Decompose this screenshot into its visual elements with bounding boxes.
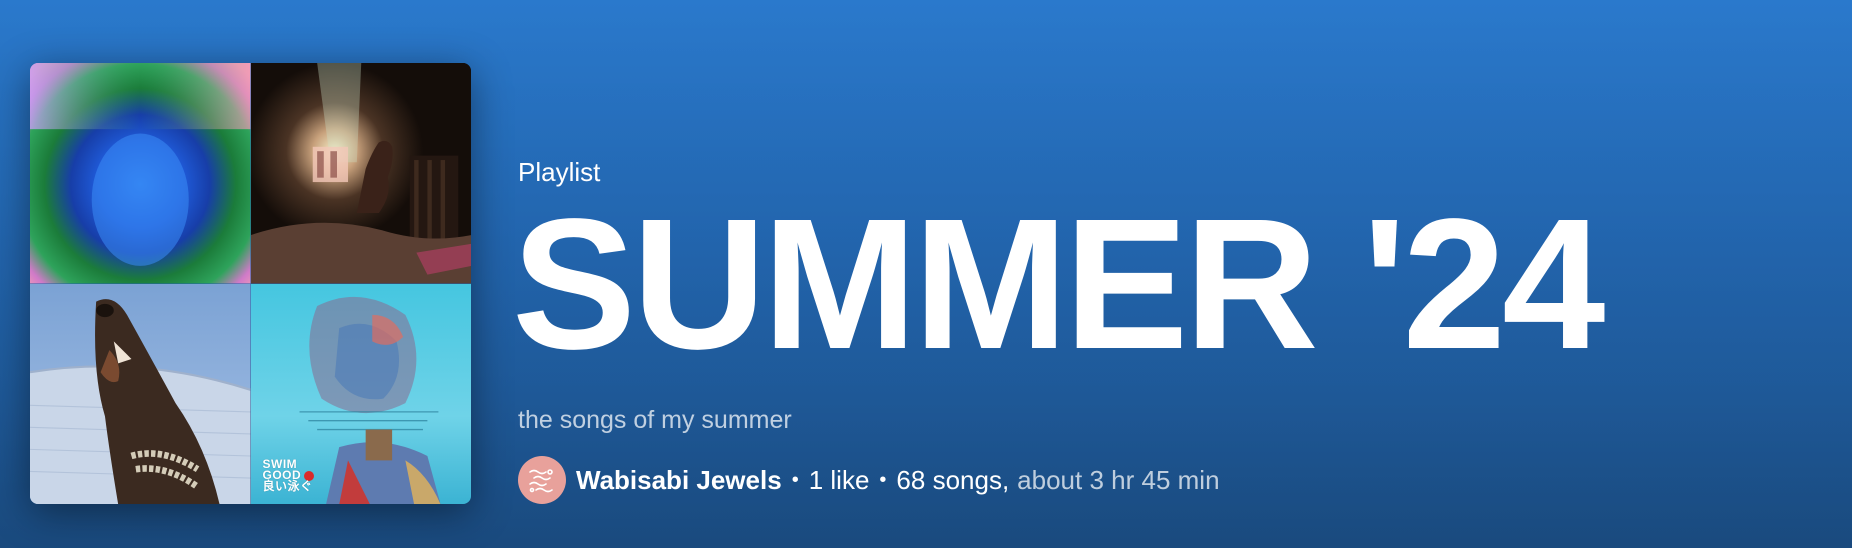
cover-tile-4: SWIM GOOD 良い泳ぐ xyxy=(250,283,471,504)
playlist-meta: Wabisabi Jewels • 1 like • 68 songs, abo… xyxy=(518,456,1220,504)
meta-separator: • xyxy=(879,468,887,491)
avatar-pattern-icon xyxy=(529,469,553,493)
swim-good-logo: SWIM GOOD 良い泳ぐ xyxy=(262,458,315,493)
meta-separator: • xyxy=(791,468,799,491)
aura-artwork xyxy=(30,63,251,284)
likes-count: 1 like xyxy=(808,464,870,495)
owner-link[interactable]: Wabisabi Jewels xyxy=(576,465,782,496)
logo-line-3: 良い泳ぐ xyxy=(262,479,313,493)
dog-artwork xyxy=(30,283,251,504)
playlist-description: the songs of my summer xyxy=(518,406,792,434)
cover-tile-2 xyxy=(250,63,471,284)
avatar-icon[interactable] xyxy=(518,456,566,504)
songs-count: 68 songs, xyxy=(896,464,1010,495)
dark-room-artwork xyxy=(250,63,471,284)
cover-tile-3 xyxy=(30,283,251,504)
playlist-duration: about 3 hr 45 min xyxy=(1017,464,1220,495)
cover-tile-1 xyxy=(30,63,251,284)
playlist-title[interactable]: SUMMER '24 xyxy=(512,192,1605,378)
playlist-info: Playlist SUMMER '24 the songs of my summ… xyxy=(512,0,1822,548)
playlist-cover-mosaic[interactable]: SWIM GOOD 良い泳ぐ xyxy=(30,63,471,504)
